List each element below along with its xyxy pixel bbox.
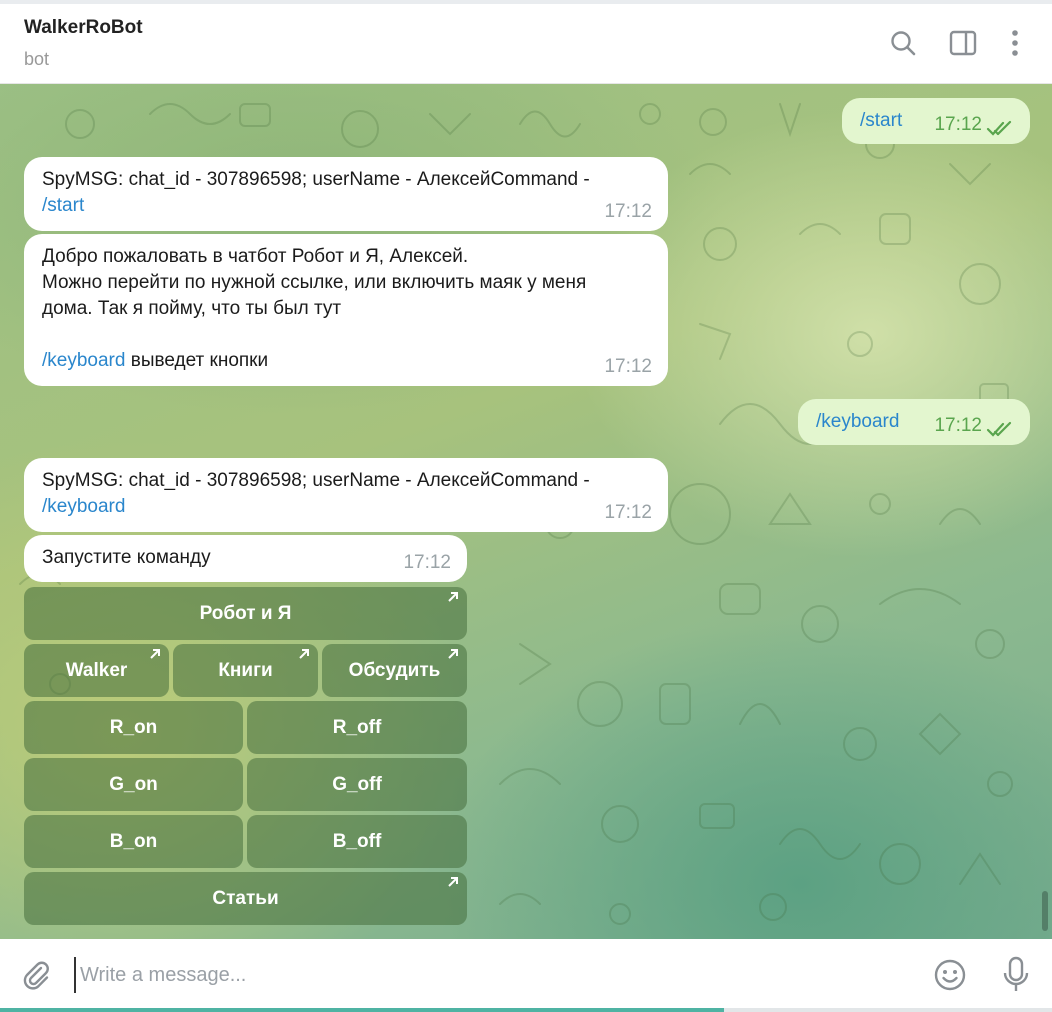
emoji-smile-icon[interactable] <box>932 957 968 993</box>
command-link[interactable]: /start <box>860 110 902 131</box>
inline-button-r-on[interactable]: R_on <box>24 701 243 754</box>
incoming-message[interactable]: SpyMSG: chat_id - 307896598; userName - … <box>24 157 668 231</box>
message-time: 17:12 <box>403 552 451 573</box>
chat-area[interactable]: /start 17:12 SpyMSG: chat_id - 307896598… <box>0 84 1052 939</box>
external-link-arrow-icon <box>299 649 309 659</box>
message-text-line: дома. Так я пойму, что ты был тут <box>42 298 342 319</box>
inline-button-r-off[interactable]: R_off <box>247 701 467 754</box>
double-check-icon <box>986 120 1012 136</box>
chat-subtitle: bot <box>24 49 50 69</box>
microphone-icon[interactable] <box>998 955 1034 995</box>
chat-title[interactable]: WalkerRoBot <box>24 17 143 39</box>
sidebar-toggle-icon[interactable] <box>948 26 978 60</box>
loading-progress-track <box>724 1008 1052 1012</box>
incoming-message[interactable]: Добро пожаловать в чатбот Робот и Я, Але… <box>24 234 668 386</box>
message-text: выведет кнопки <box>125 350 269 371</box>
button-label: Книги <box>218 659 273 681</box>
inline-button-g-on[interactable]: G_on <box>24 758 243 811</box>
button-label: G_off <box>332 773 382 795</box>
external-link-arrow-icon <box>448 592 458 602</box>
more-menu-icon[interactable] <box>1000 26 1030 60</box>
incoming-message[interactable]: Запустите команду 17:12 <box>24 535 467 582</box>
incoming-message[interactable]: SpyMSG: chat_id - 307896598; userName - … <box>24 458 668 532</box>
chat-header: WalkerRoBot bot <box>0 4 1052 84</box>
command-link[interactable]: /keyboard <box>42 496 125 517</box>
message-time: 17:12 <box>934 114 982 135</box>
outgoing-message[interactable]: /keyboard 17:12 <box>798 399 1030 445</box>
button-label: B_off <box>332 830 382 852</box>
inline-button-stati[interactable]: Статьи <box>24 872 467 925</box>
button-label: R_on <box>109 716 158 738</box>
double-check-icon <box>986 421 1012 437</box>
button-label: Walker <box>65 659 128 681</box>
external-link-arrow-icon <box>150 649 160 659</box>
command-link[interactable]: /start <box>42 195 84 216</box>
loading-progress-bar <box>0 1008 724 1012</box>
message-input[interactable] <box>74 957 894 993</box>
message-text-line: Добро пожаловать в чатбот Робот и Я, Але… <box>42 246 469 267</box>
message-text: Запустите команду <box>42 547 211 568</box>
button-label: Статьи <box>212 887 279 909</box>
command-link[interactable]: /keyboard <box>42 350 125 371</box>
chat-scrollbar[interactable] <box>1042 84 1048 939</box>
command-link[interactable]: /keyboard <box>816 411 899 432</box>
button-label: R_off <box>332 716 382 738</box>
message-text-line: Можно перейти по нужной ссылке, или вклю… <box>42 272 587 293</box>
external-link-arrow-icon <box>448 877 458 887</box>
scrollbar-thumb[interactable] <box>1042 891 1048 931</box>
search-icon[interactable] <box>888 26 918 60</box>
button-label: Обсудить <box>348 659 441 681</box>
button-label: Робот и Я <box>199 602 292 624</box>
message-composer <box>0 939 1052 1012</box>
inline-button-b-on[interactable]: B_on <box>24 815 243 868</box>
message-time: 17:12 <box>604 502 652 523</box>
inline-button-obsudit[interactable]: Обсудить <box>322 644 467 697</box>
message-time: 17:12 <box>604 201 652 222</box>
button-label: G_on <box>109 773 158 795</box>
inline-button-robot-i-ya[interactable]: Робот и Я <box>24 587 467 640</box>
button-label: B_on <box>109 830 158 852</box>
outgoing-message[interactable]: /start 17:12 <box>842 98 1030 144</box>
inline-button-b-off[interactable]: B_off <box>247 815 467 868</box>
inline-button-walker[interactable]: Walker <box>24 644 169 697</box>
message-time: 17:12 <box>934 415 982 436</box>
inline-button-knigi[interactable]: Книги <box>173 644 318 697</box>
external-link-arrow-icon <box>448 649 458 659</box>
message-text: SpyMSG: chat_id - 307896598; userName - … <box>42 470 590 491</box>
inline-button-g-off[interactable]: G_off <box>247 758 467 811</box>
message-text: SpyMSG: chat_id - 307896598; userName - … <box>42 169 590 190</box>
message-time: 17:12 <box>604 356 652 377</box>
attach-paperclip-icon[interactable] <box>18 957 54 993</box>
